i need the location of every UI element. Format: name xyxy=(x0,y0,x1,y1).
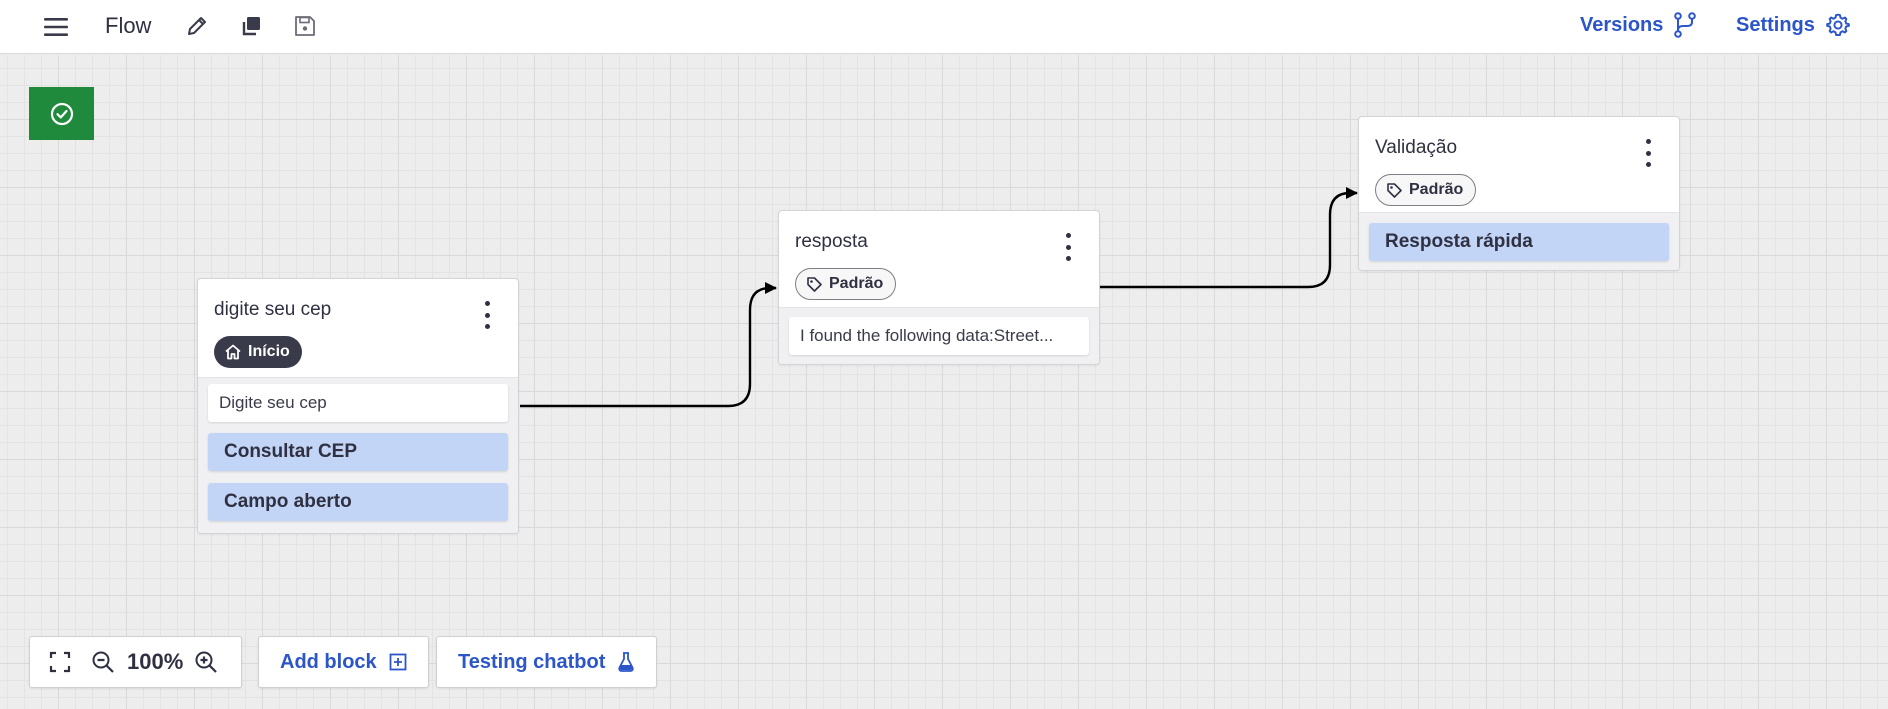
option-campo-aberto[interactable]: Campo aberto xyxy=(208,483,508,521)
branch-icon xyxy=(1674,12,1697,38)
top-bar: Flow Versions Settings xyxy=(0,0,1888,54)
block-menu-icon[interactable] xyxy=(482,299,492,331)
message-text[interactable]: Digite seu cep xyxy=(208,384,508,422)
duplicate-icon[interactable] xyxy=(238,13,264,39)
option-consultar-cep[interactable]: Consultar CEP xyxy=(208,433,508,471)
fullscreen-icon[interactable] xyxy=(48,650,72,674)
option-resposta-rapida[interactable]: Resposta rápida xyxy=(1369,223,1669,261)
zoom-level: 100% xyxy=(127,649,184,674)
block-title: digite seu cep xyxy=(214,299,332,320)
zoom-in-icon[interactable] xyxy=(193,649,219,675)
tag-label: Padrão xyxy=(1409,181,1464,198)
block-menu-icon[interactable] xyxy=(1063,231,1073,263)
settings-button[interactable]: Settings xyxy=(1736,12,1851,38)
home-icon xyxy=(225,344,241,360)
add-block-button[interactable]: Add block xyxy=(258,636,429,688)
gear-icon xyxy=(1826,13,1850,36)
message-text[interactable]: I found the following data:Street... xyxy=(789,317,1089,355)
settings-label: Settings xyxy=(1736,13,1815,36)
zoom-out-icon[interactable] xyxy=(90,649,116,675)
flow-block-digite-seu-cep[interactable]: digite seu cep Início Digite seu cep Con… xyxy=(197,278,519,534)
default-tag: Padrão xyxy=(1375,174,1477,206)
edit-pencil-icon[interactable] xyxy=(184,13,210,39)
block-body: Resposta rápida xyxy=(1359,212,1679,270)
flow-title: Flow xyxy=(105,13,152,38)
tag-icon xyxy=(1387,182,1402,198)
zoom-controls: 100% xyxy=(29,636,242,688)
testing-chatbot-label: Testing chatbot xyxy=(458,650,606,673)
block-menu-icon[interactable] xyxy=(1643,137,1653,169)
save-icon[interactable] xyxy=(292,13,318,39)
status-indicator xyxy=(29,87,94,140)
flask-icon xyxy=(618,652,635,672)
block-body: I found the following data:Street... xyxy=(779,307,1099,364)
versions-label: Versions xyxy=(1580,13,1664,36)
block-body: Digite seu cep Consultar CEP Campo abert… xyxy=(198,377,518,533)
block-title: resposta xyxy=(795,231,868,252)
check-circle-icon xyxy=(50,102,73,125)
start-tag: Início xyxy=(214,336,302,368)
tag-label: Padrão xyxy=(829,275,884,292)
menu-icon[interactable] xyxy=(42,14,70,40)
plus-square-icon xyxy=(389,653,407,671)
flow-block-resposta[interactable]: resposta Padrão I found the following da… xyxy=(778,210,1100,365)
default-tag: Padrão xyxy=(795,268,897,300)
versions-button[interactable]: Versions xyxy=(1580,12,1697,38)
flow-block-validacao[interactable]: Validação Padrão Resposta rápida xyxy=(1358,116,1680,271)
tag-icon xyxy=(807,276,822,292)
testing-chatbot-button[interactable]: Testing chatbot xyxy=(436,636,658,688)
tag-label: Início xyxy=(248,343,290,360)
block-title: Validação xyxy=(1375,137,1458,158)
add-block-label: Add block xyxy=(280,650,377,673)
